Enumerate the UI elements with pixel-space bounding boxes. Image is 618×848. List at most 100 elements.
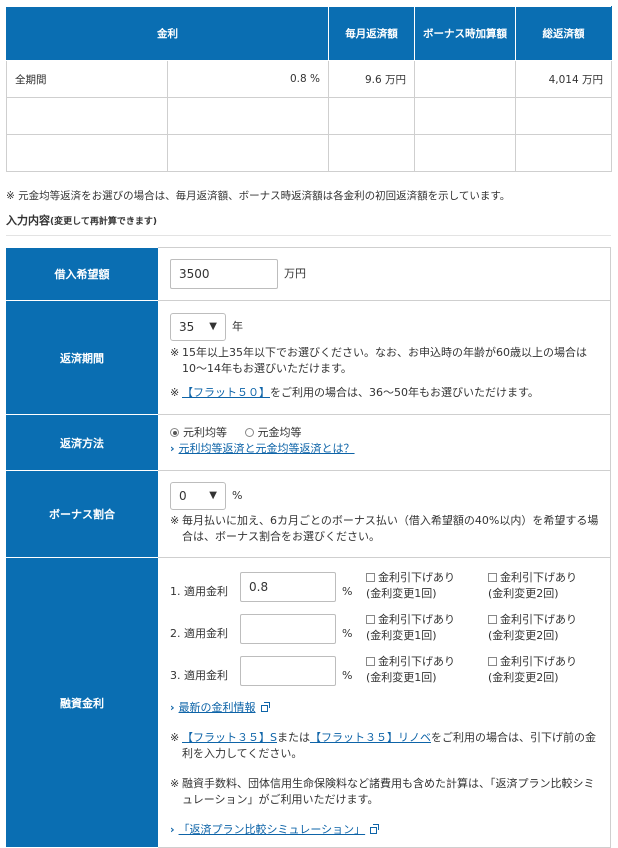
external-link-icon <box>260 702 270 712</box>
results-table: 金利 毎月返済額 ボーナス時加算額 総返済額 全期間 0.8 % 9.6 万円 … <box>6 6 612 172</box>
reduction-twice-sub: (金利変更2回) <box>488 629 559 642</box>
table-row <box>6 134 612 172</box>
bonus-ratio-note: ※ 毎月払いに加え、6カ月ごとのボーナス払い（借入希望額の40%以内）を希望する場… <box>170 513 600 545</box>
header-bonus: ボーナス時加算額 <box>414 6 516 61</box>
header-total: 総返済額 <box>515 6 612 61</box>
method-option-equal-principal[interactable]: 元金均等 <box>244 426 302 439</box>
cell-rate <box>167 134 329 172</box>
table-row: 全期間 0.8 % 9.6 万円 4,014 万円 <box>6 60 612 98</box>
note-mark: ※ <box>170 514 180 527</box>
checkbox-icon <box>366 573 375 582</box>
repayment-period-note-text: 15年以上35年以下でお選びください。なお、お申込時の年齢が60歳以上の場合は1… <box>182 346 587 375</box>
row-loan-amount: 借入希望額 3500 万円 <box>6 247 611 301</box>
external-link-icon <box>370 824 380 834</box>
chevron-right-icon: › <box>170 823 175 836</box>
note-mark: ※ <box>170 777 180 790</box>
flat35-note: ※ 【フラット３５】Sまたは【フラット３５】リノベをご利用の場合は、引下げ前の金利… <box>170 730 600 762</box>
rate-row-2: 2. 適用金利 % 金利引下げあり (金利変更1回) 金利引下げあり (金利変更2回… <box>170 612 600 656</box>
checkbox-icon <box>488 573 497 582</box>
cell-bonus <box>414 60 516 98</box>
rate-row-1: 1. 適用金利 0.8 % 金利引下げあり (金利変更1回) 金利引下げあり (金利… <box>170 570 600 614</box>
repayment-period-note: ※ 15年以上35年以下でお選びください。なお、お申込時の年齢が60歳以上の場合は… <box>170 345 600 377</box>
flat50-note: ※ 【フラット５０】をご利用の場合は、36～50年もお選びいただけます。 <box>170 385 600 401</box>
row-bonus-ratio: ボーナス割合 0 ▼% ※ 毎月払いに加え、6カ月ごとのボーナス払い（借入希望額の4… <box>6 470 611 558</box>
input-heading: 入力内容(変更して再計算できます) <box>6 212 157 228</box>
rate-3-reduction-once-checkbox[interactable]: 金利引下げあり (金利変更1回) <box>366 654 455 686</box>
repayment-period-select[interactable]: 35 ▼ <box>170 313 226 341</box>
rate-2-reduction-twice-checkbox[interactable]: 金利引下げあり (金利変更2回) <box>488 612 577 644</box>
rate-row-3: 3. 適用金利 % 金利引下げあり (金利変更1回) 金利引下げあり (金利変更2回… <box>170 654 600 698</box>
method-option-equal-principal-label: 元金均等 <box>257 426 302 439</box>
row-repayment-method: 返済方法 元利均等 元金均等 › 元利均等返済と元金均等返済とは？ <box>6 414 611 471</box>
reduction-twice-sub: (金利変更2回) <box>488 671 559 684</box>
label-repayment-method: 返済方法 <box>6 414 158 471</box>
loan-amount-input[interactable]: 3500 <box>170 259 278 289</box>
bonus-ratio-unit: % <box>232 489 243 502</box>
divider <box>6 235 611 236</box>
method-option-equal-payment-label: 元利均等 <box>183 426 227 439</box>
checkbox-icon <box>366 657 375 666</box>
rate-1-reduction-once-checkbox[interactable]: 金利引下げあり (金利変更1回) <box>366 570 455 602</box>
label-interest-rate: 融資金利 <box>6 557 158 848</box>
rate-input-3[interactable] <box>240 656 336 686</box>
cell-bonus <box>414 134 516 172</box>
cell-monthly: 9.6 万円 <box>328 60 415 98</box>
rate-1-reduction-twice-checkbox[interactable]: 金利引下げあり (金利変更2回) <box>488 570 577 602</box>
cell-total <box>515 97 612 135</box>
loan-amount-unit: 万円 <box>284 267 306 280</box>
reduction-twice-label: 金利引下げあり <box>500 613 577 626</box>
reduction-once-label: 金利引下げあり <box>378 655 455 668</box>
flat35-note-mid: または <box>276 731 310 744</box>
flat35s-link[interactable]: 【フラット３５】S <box>182 731 277 744</box>
chevron-down-icon: ▼ <box>209 490 217 501</box>
cell-monthly <box>328 134 415 172</box>
reduction-once-label: 金利引下げあり <box>378 571 455 584</box>
cell-monthly <box>328 97 415 135</box>
cell-rate <box>167 97 329 135</box>
reduction-once-sub: (金利変更1回) <box>366 629 437 642</box>
rate-row-label: 3. 適用金利 <box>170 669 228 682</box>
reduction-once-sub: (金利変更1回) <box>366 671 437 684</box>
results-note: ※ 元金均等返済をお選びの場合は、毎月返済額、ボーナス時返済額は各金利の初回返済… <box>6 190 511 202</box>
note-mark: ※ <box>170 731 180 744</box>
plan-comparison-link[interactable]: 「返済プラン比較シミュレーション」 <box>179 823 366 836</box>
reduction-twice-sub: (金利変更2回) <box>488 587 559 600</box>
flat35-renove-link[interactable]: 【フラット３５】リノベ <box>310 731 431 744</box>
radio-selected-icon <box>170 428 179 437</box>
rate-unit: % <box>342 669 353 682</box>
reduction-once-sub: (金利変更1回) <box>366 587 437 600</box>
cell-rate: 0.8 % <box>167 60 329 98</box>
flat50-link[interactable]: 【フラット５０】 <box>182 386 270 399</box>
rate-input-1[interactable]: 0.8 <box>240 572 336 602</box>
label-loan-amount: 借入希望額 <box>6 247 158 301</box>
header-rate: 金利 <box>6 6 329 61</box>
bonus-ratio-note-text: 毎月払いに加え、6カ月ごとのボーナス払い（借入希望額の40%以内）を希望する場合… <box>182 514 599 543</box>
repayment-method-explanation-link[interactable]: 元利均等返済と元金均等返済とは？ <box>179 442 355 455</box>
rate-2-reduction-once-checkbox[interactable]: 金利引下げあり (金利変更1回) <box>366 612 455 644</box>
reduction-twice-label: 金利引下げあり <box>500 655 577 668</box>
checkbox-icon <box>488 657 497 666</box>
chevron-right-icon: › <box>170 701 175 714</box>
row-interest-rate: 融資金利 1. 適用金利 0.8 % 金利引下げあり (金利変更1回) 金利引下げ… <box>6 557 611 848</box>
rate-3-reduction-twice-checkbox[interactable]: 金利引下げあり (金利変更2回) <box>488 654 577 686</box>
cell-total: 4,014 万円 <box>515 60 612 98</box>
rate-unit: % <box>342 585 353 598</box>
reduction-twice-label: 金利引下げあり <box>500 571 577 584</box>
cell-period <box>6 134 168 172</box>
note-mark: ※ <box>170 386 180 399</box>
input-form-table: 借入希望額 3500 万円 返済期間 35 ▼ 年 ※ 15年以上35年以下でお選びくだ… <box>6 247 611 848</box>
cell-bonus <box>414 97 516 135</box>
input-heading-title: 入力内容 <box>6 214 50 227</box>
chevron-down-icon: ▼ <box>209 321 217 332</box>
method-option-equal-payment[interactable]: 元利均等 <box>170 426 227 439</box>
latest-rate-link[interactable]: 最新の金利情報 <box>179 701 256 714</box>
table-row <box>6 97 612 135</box>
bonus-ratio-select[interactable]: 0 ▼ <box>170 482 226 510</box>
input-heading-sub: (変更して再計算できます) <box>50 217 157 227</box>
cell-total <box>515 134 612 172</box>
label-repayment-period: 返済期間 <box>6 300 158 415</box>
fees-note-text: 融資手数料、団体信用生命保険料など諸費用も含めた計算は、「返済プラン比較シミュレ… <box>182 777 595 806</box>
reduction-once-label: 金利引下げあり <box>378 613 455 626</box>
note-mark: ※ <box>170 346 180 359</box>
rate-input-2[interactable] <box>240 614 336 644</box>
